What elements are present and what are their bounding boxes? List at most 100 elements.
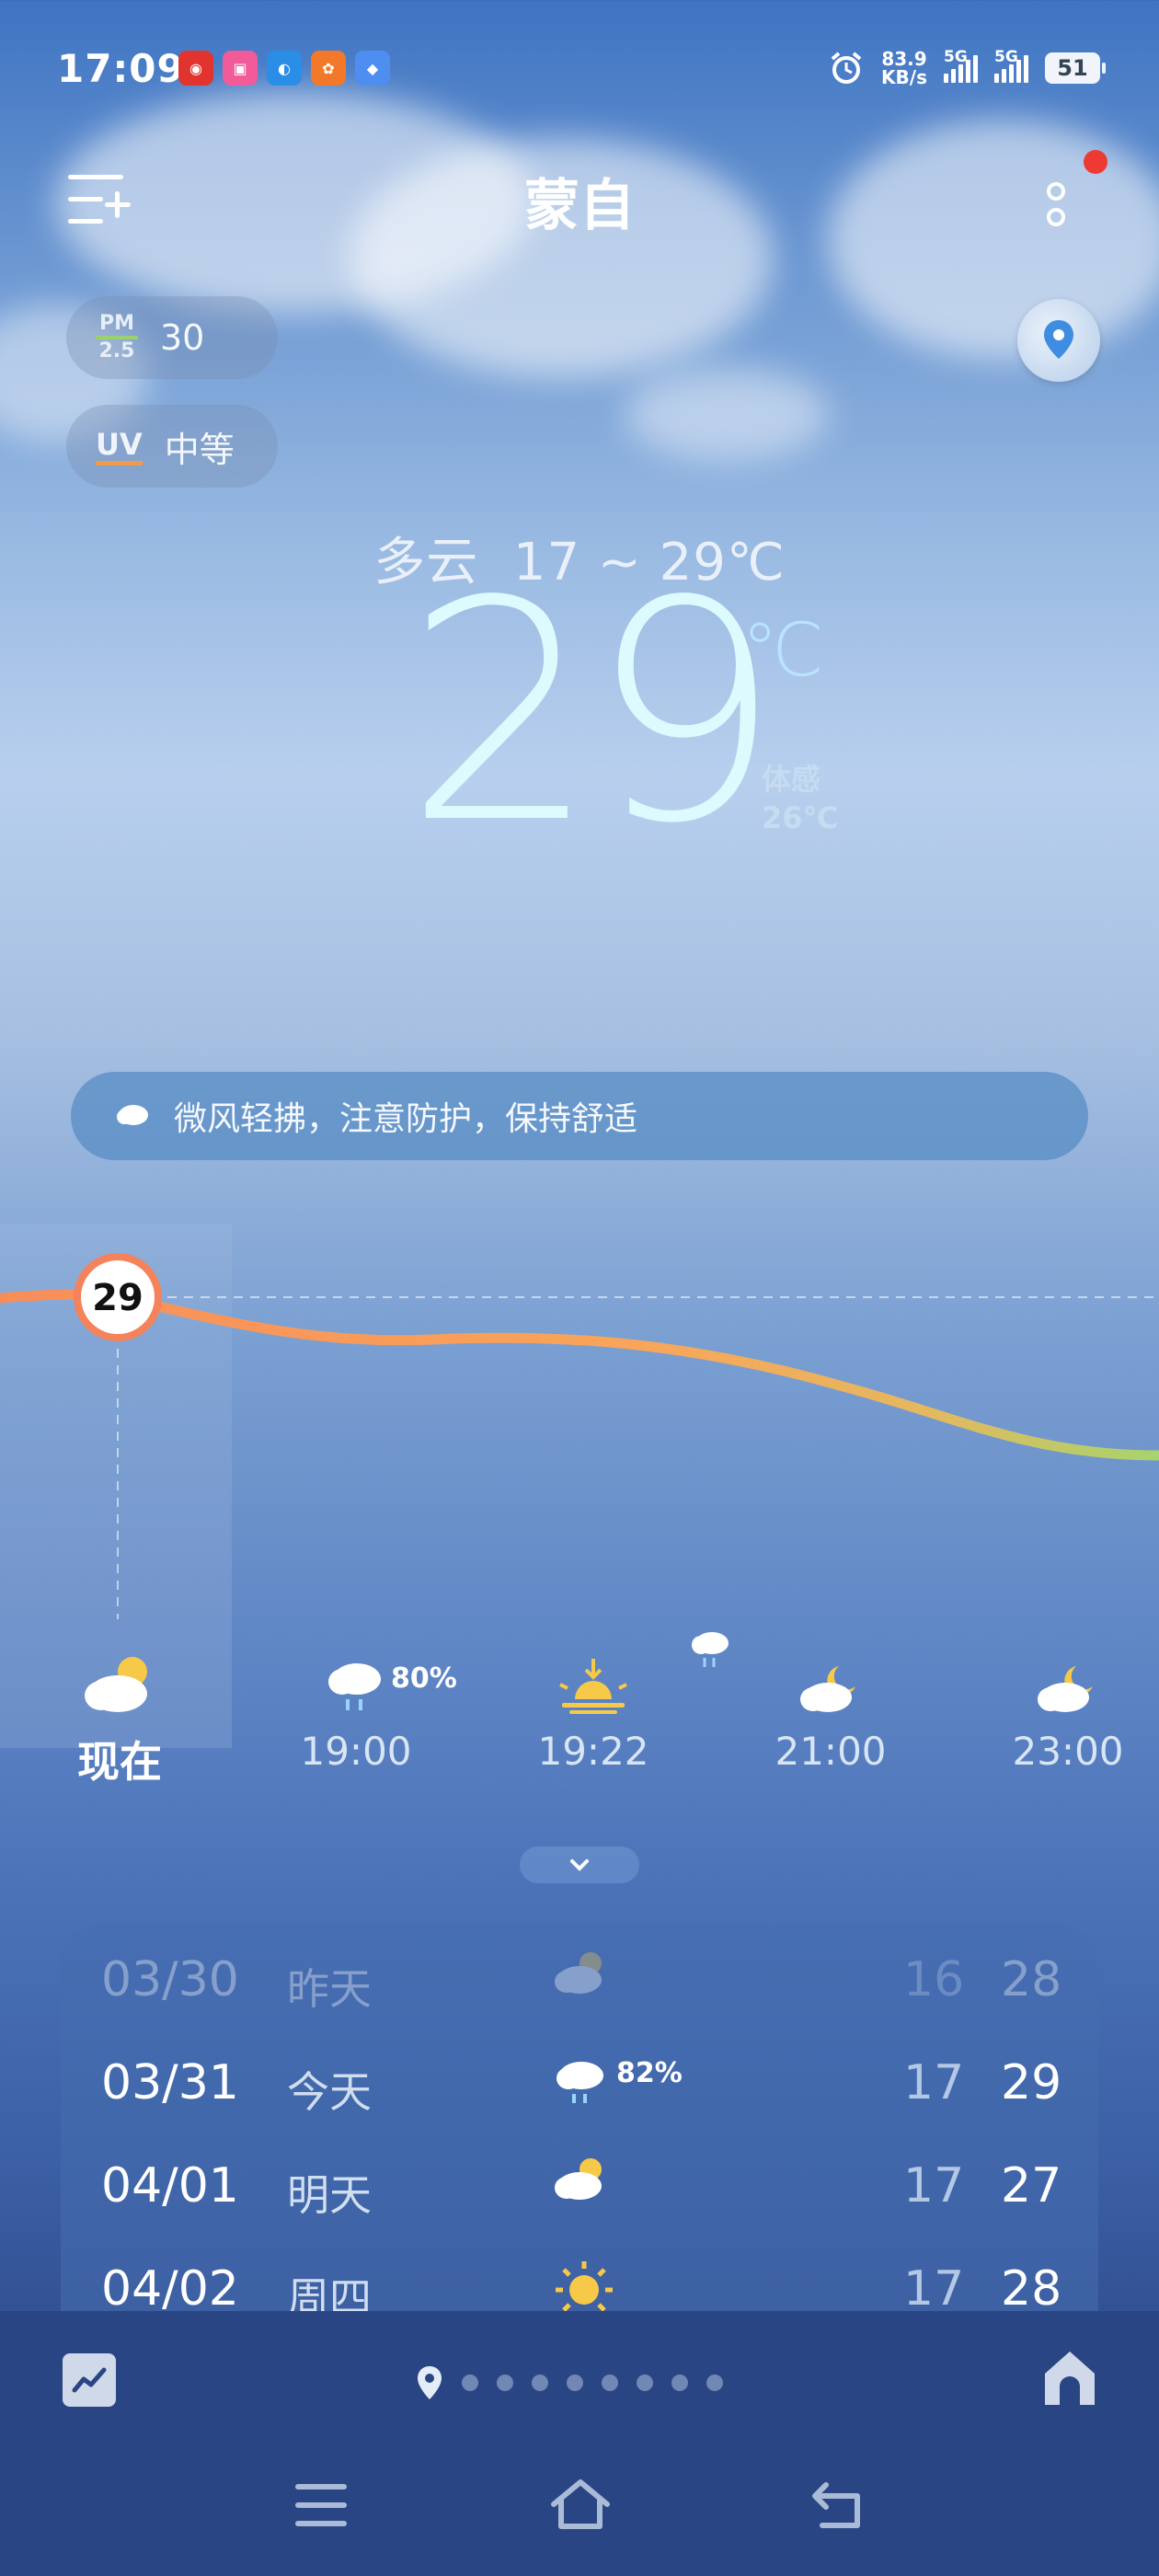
hourly-temp-chart: 29: [0, 1253, 1159, 1619]
alarm-icon: [831, 52, 862, 84]
partly-cloudy-icon: [37, 1642, 202, 1716]
menu-nav-icon[interactable]: [293, 2479, 350, 2531]
pm25-label: PM 2.5: [96, 314, 138, 362]
expand-button[interactable]: [520, 1846, 639, 1883]
daily-high: 27: [1001, 2158, 1062, 2214]
now-temp-value: 29: [92, 1277, 143, 1319]
notification-dot: [1084, 150, 1107, 174]
rain-icon: [552, 2052, 609, 2121]
page-dot[interactable]: [602, 2375, 618, 2391]
pm-label-top: PM: [98, 312, 135, 335]
home-weather-icon: [1045, 2352, 1095, 2405]
battery-icon: 51: [1045, 52, 1106, 84]
daily-date: 04/02: [101, 2261, 239, 2311]
pm25-value: 30: [160, 317, 205, 358]
cloudy-night-icon: [985, 1642, 1151, 1716]
app-icon: ◆: [355, 51, 390, 86]
daily-high: 28: [1001, 1952, 1062, 2007]
daily-row[interactable]: 03/30 昨天 16 28: [61, 1925, 1098, 2028]
daily-precip: 82%: [616, 2057, 683, 2089]
hour-time: 19:00: [300, 1729, 412, 1774]
home-screen-button[interactable]: [1041, 2348, 1098, 2409]
more-button[interactable]: [1039, 175, 1076, 239]
back-nav-icon[interactable]: [809, 2479, 866, 2531]
map-button[interactable]: [1017, 299, 1100, 382]
daily-date: 04/01: [101, 2158, 239, 2214]
hour-item[interactable]: 80% 19:00: [273, 1642, 457, 1774]
pm-label-bottom: 2.5: [98, 339, 135, 362]
daily-day: 今天: [287, 2067, 372, 2117]
city-pager[interactable]: [416, 2364, 723, 2401]
net-speed-unit: KB/s: [881, 66, 927, 88]
uv-label: UV: [96, 428, 143, 466]
daily-date: 03/30: [101, 1952, 239, 2007]
daily-row[interactable]: 04/01 明天 17 27: [61, 2131, 1098, 2234]
cloudy-night-icon: [748, 1642, 913, 1716]
page-dot[interactable]: [706, 2375, 723, 2391]
sim1-label: 5G: [944, 48, 968, 66]
advice-banner[interactable]: 微风轻拂，注意防护，保持舒适: [71, 1072, 1088, 1160]
daily-date: 03/31: [101, 2055, 239, 2110]
page-dot[interactable]: [497, 2375, 513, 2391]
hour-time: 19:22: [537, 1729, 649, 1774]
daily-row[interactable]: 03/31 今天 82% 17 29: [61, 2028, 1098, 2131]
net-speed-value: 83.9: [881, 48, 927, 70]
bottom-bar: [0, 2311, 1159, 2576]
sim2-label: 5G: [994, 48, 1018, 66]
signal-icon: 5G: [994, 48, 1028, 83]
hour-item[interactable]: 19:22: [511, 1642, 676, 1774]
daily-low: 17: [903, 2158, 965, 2214]
daily-low: 17: [903, 2261, 965, 2311]
daily-high: 29: [1001, 2055, 1062, 2110]
status-time: 17:09: [57, 46, 185, 91]
drizzle-icon: [692, 1632, 729, 1667]
notification-icons: ◉ ▣ ◐ ✿ ◆: [178, 51, 390, 86]
browser-icon: ◐: [267, 51, 302, 86]
advice-text: 微风轻拂，注意防护，保持舒适: [174, 1100, 638, 1138]
chevron-down-icon: [570, 1859, 589, 1871]
hour-item[interactable]: 21:00: [748, 1642, 913, 1774]
daily-forecast-card[interactable]: 03/30 昨天 16 28 03/31 今天 82% 17 29 04/01 …: [61, 1925, 1098, 2311]
sunset-icon: [511, 1642, 676, 1716]
daily-row[interactable]: 04/02 周四 17 28: [61, 2234, 1098, 2311]
status-right: 83.9 KB/s 5G 5G 51: [828, 48, 1106, 86]
temp-curve: [0, 1289, 1159, 1461]
bilibili-icon: ▣: [223, 51, 258, 86]
current-temp: 29: [405, 536, 782, 890]
pm25-chip[interactable]: PM 2.5 30: [66, 296, 278, 379]
city-title[interactable]: 蒙自: [0, 161, 1159, 241]
sunny-icon: [552, 2258, 616, 2311]
hour-item[interactable]: 现在: [37, 1642, 202, 1789]
trend-chart-icon: [72, 2367, 107, 2393]
page-dot[interactable]: [532, 2375, 548, 2391]
hour-time: 现在: [77, 1737, 162, 1787]
daily-day: 昨天: [287, 1964, 372, 2014]
page-dot[interactable]: [462, 2375, 478, 2391]
location-pin-icon: [418, 2366, 442, 2399]
daily-day: 周四: [287, 2273, 372, 2311]
daily-low: 16: [903, 1952, 965, 2007]
partly-cloudy-icon: [552, 1949, 609, 2008]
trend-button[interactable]: [63, 2353, 116, 2407]
hour-time: 23:00: [1012, 1729, 1124, 1774]
cloud-decoration: [625, 368, 828, 460]
home-nav-icon[interactable]: [548, 2477, 613, 2532]
uv-chip[interactable]: UV 中等: [66, 405, 278, 488]
feels-like-value: 26℃: [762, 800, 839, 835]
hour-item[interactable]: 23:00: [985, 1642, 1151, 1774]
uv-value: 中等: [164, 429, 235, 470]
page-dot[interactable]: [567, 2375, 583, 2391]
page-dot[interactable]: [671, 2375, 688, 2391]
rain-icon: 80%: [273, 1642, 457, 1716]
battery-level: 51: [1057, 55, 1088, 81]
hour-precip: 80%: [391, 1662, 457, 1695]
partly-cloudy-icon: [552, 2155, 609, 2214]
feels-like-label: 体感: [762, 762, 821, 797]
daily-low: 17: [903, 2055, 965, 2110]
page-dot[interactable]: [637, 2375, 653, 2391]
signal-icon: 5G: [944, 48, 978, 83]
hour-time: 21:00: [775, 1729, 887, 1774]
daily-day: 明天: [287, 2170, 372, 2220]
location-pin-icon: [1044, 320, 1073, 359]
net-speed: 83.9 KB/s: [881, 50, 927, 86]
